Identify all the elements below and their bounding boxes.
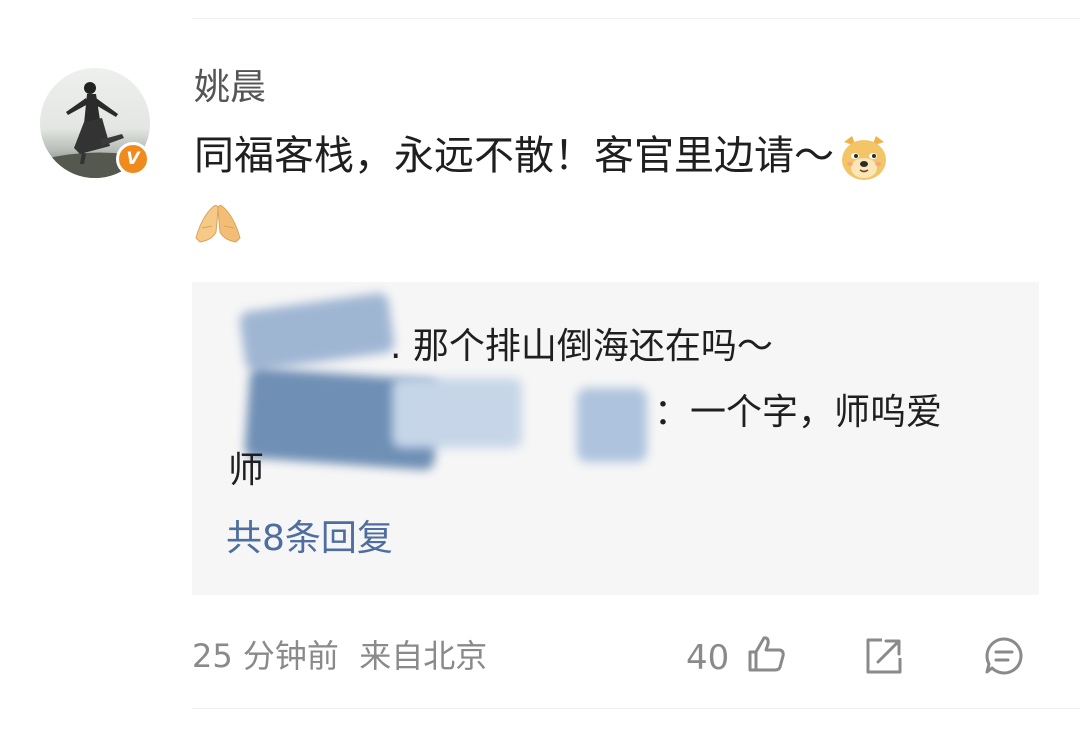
comment-text-block: 同福客栈，永远不散！客官里边请～ (194, 128, 1054, 184)
praying-hands-emoji-icon (195, 205, 241, 243)
bottom-divider (192, 708, 1080, 709)
verified-badge-icon: V (116, 142, 150, 176)
blurred-username-1 (238, 291, 396, 373)
like-count[interactable]: 40 (686, 638, 729, 678)
reply-line-3: 师 (228, 450, 265, 491)
username[interactable]: 姚晨 (194, 66, 266, 110)
comment-icon[interactable] (982, 634, 1026, 678)
blurred-username-3 (392, 378, 522, 448)
reply-line-1: . 那个排山倒海还在吗～ (390, 326, 773, 367)
top-divider (192, 18, 1080, 19)
like-icon[interactable] (744, 632, 788, 676)
reply-line-2: ：一个字，师呜爱 (654, 392, 943, 433)
doge-emoji-icon (842, 136, 886, 180)
share-icon[interactable] (862, 634, 906, 678)
blurred-username-4 (577, 388, 647, 462)
post-meta: 25 分钟前 来自北京 (192, 637, 488, 675)
view-all-replies-link[interactable]: 共8条回复 (226, 516, 393, 562)
reply-preview-box[interactable]: . 那个排山倒海还在吗～ ：一个字，师呜爱 师 共8条回复 (192, 282, 1039, 595)
comment-text: 同福客栈，永远不散！客官里边请～ (194, 133, 834, 179)
